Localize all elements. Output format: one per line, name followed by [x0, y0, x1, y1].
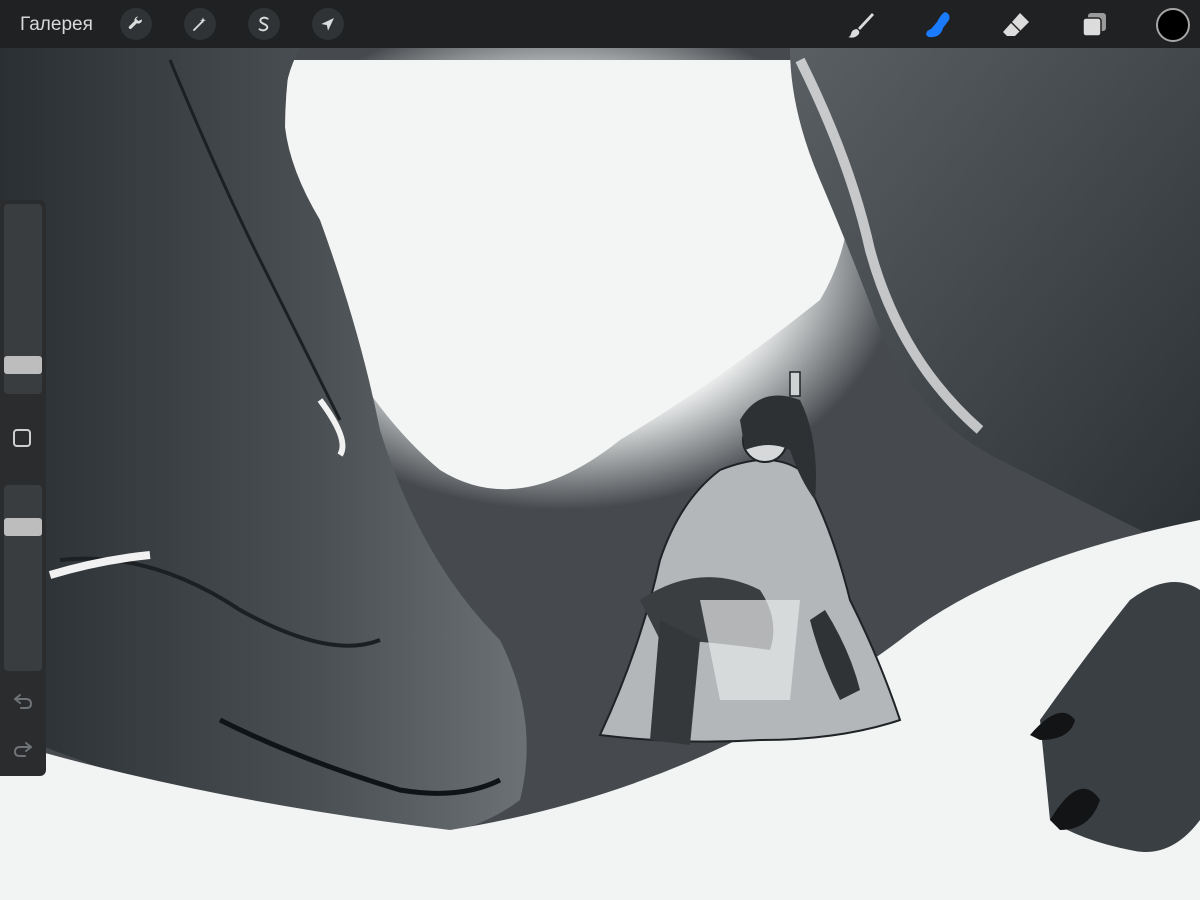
top-toolbar: Галерея — [0, 0, 1200, 48]
wrench-icon — [128, 16, 143, 29]
brush-tool-button[interactable] — [844, 8, 878, 42]
eraser-tool-button[interactable] — [999, 8, 1033, 42]
redo-icon — [13, 742, 32, 757]
brush-size-slider[interactable] — [4, 204, 42, 394]
eraser-icon — [1003, 13, 1029, 36]
undo-icon — [14, 694, 33, 709]
brush-size-handle[interactable] — [4, 356, 42, 374]
smudge-finger-icon — [926, 12, 950, 38]
selection-s-icon — [258, 16, 269, 32]
redo-button[interactable] — [11, 736, 35, 760]
modify-button[interactable] — [13, 429, 31, 447]
actions-button[interactable] — [120, 8, 152, 40]
magic-wand-icon — [193, 17, 206, 31]
smudge-tool-button[interactable] — [921, 8, 955, 42]
undo-button[interactable] — [11, 688, 35, 712]
artwork-canvas[interactable] — [0, 0, 1200, 900]
opacity-slider[interactable] — [4, 485, 42, 671]
transform-button[interactable] — [312, 8, 344, 40]
layers-icon — [1082, 13, 1106, 37]
selection-button[interactable] — [248, 8, 280, 40]
gallery-button[interactable]: Галерея — [20, 14, 93, 36]
left-sidebar — [0, 200, 46, 776]
opacity-handle[interactable] — [4, 518, 42, 536]
brush-icon — [848, 13, 874, 38]
color-picker-button[interactable] — [1156, 8, 1190, 42]
arrow-cursor-icon — [321, 18, 334, 31]
adjustments-button[interactable] — [184, 8, 216, 40]
layers-button[interactable] — [1077, 8, 1111, 42]
